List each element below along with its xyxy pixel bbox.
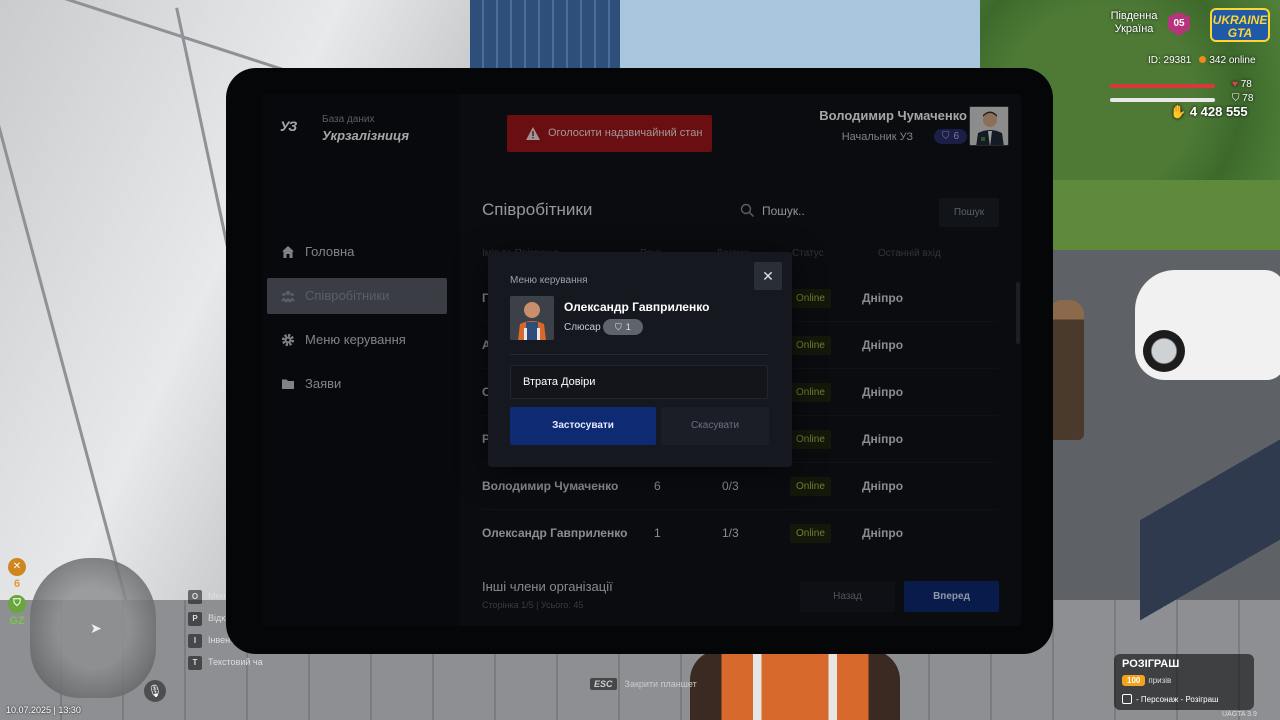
glass-tower xyxy=(470,0,620,70)
control-menu-modal: Меню керування ✕ Олександр Гавприленко С… xyxy=(488,252,792,467)
heart-icon: ♥ xyxy=(1232,79,1238,90)
key-cap: O xyxy=(188,590,202,604)
player-id-online: ID: 29381 342 online xyxy=(1148,55,1256,66)
region-line-1: Південна xyxy=(1110,10,1158,22)
armor-number: 78 xyxy=(1242,93,1254,104)
shield-icon: ⛉ xyxy=(1232,93,1240,104)
parked-car xyxy=(1135,270,1280,380)
modal-title: Меню керування xyxy=(510,275,588,286)
online-count: 342 online xyxy=(1209,55,1256,66)
job-icon: ✕ xyxy=(8,558,26,576)
raffle-link-icon xyxy=(1122,694,1132,704)
logo-line-2: GTA xyxy=(1227,26,1253,40)
esc-label: Закрити планшет xyxy=(624,679,697,689)
health-value: ♥ 78 xyxy=(1232,79,1252,90)
region-label: Південна Україна xyxy=(1105,10,1163,36)
health-bar xyxy=(1110,84,1215,88)
reason-input[interactable] xyxy=(510,365,768,399)
divider xyxy=(510,354,768,355)
key-cap: I xyxy=(188,634,202,648)
server-logo: UKRAINE GTA xyxy=(1210,8,1270,42)
close-icon: ✕ xyxy=(762,268,774,284)
key-cap: P xyxy=(188,612,202,626)
esc-key: ESC xyxy=(590,678,617,690)
player-id: ID: 29381 xyxy=(1148,55,1192,66)
money-amount: 4 428 555 xyxy=(1189,104,1248,119)
key-label: Текстовий ча xyxy=(208,657,263,667)
raffle-link: Персонаж - Розіграш xyxy=(1140,695,1219,704)
minimap: ➤ xyxy=(30,558,156,698)
close-tablet-hint: ESC Закрити планшет xyxy=(590,678,697,690)
region-line-2: Україна xyxy=(1114,23,1154,35)
avatar xyxy=(510,296,554,340)
employee-role: Слюсар xyxy=(564,322,601,333)
player-arrow-icon: ➤ xyxy=(90,620,102,636)
version-label: UAGTA 3.9 xyxy=(1222,711,1257,718)
raffle-prizes: призів xyxy=(1148,676,1172,685)
datetime: 10.07.2025 | 13:30 xyxy=(6,705,81,715)
microphone-icon: 🎙 xyxy=(144,680,166,702)
raffle-title: РОЗІГРАШ xyxy=(1122,658,1180,670)
sky xyxy=(560,0,1020,70)
key-label: Мен xyxy=(208,591,226,601)
armor-bar xyxy=(1110,98,1215,102)
money-icon: ✋ xyxy=(1170,104,1187,119)
player-character xyxy=(690,650,900,720)
coin-icon xyxy=(1199,56,1207,63)
cancel-button[interactable]: Скасувати xyxy=(661,407,769,445)
employee-rank-value: 1 xyxy=(625,322,631,332)
key-cap: T xyxy=(188,656,202,670)
rank-shield-icon: ⛉ xyxy=(615,322,622,332)
gang-zone-label: GZ xyxy=(9,615,25,627)
apply-button[interactable]: Застосувати xyxy=(510,407,656,445)
pedestrian xyxy=(1048,300,1084,440)
raffle-count: 100 xyxy=(1122,675,1146,686)
close-button[interactable]: ✕ xyxy=(754,262,782,290)
armor-value: ⛉ 78 xyxy=(1232,93,1253,104)
job-level: 6 xyxy=(13,578,21,590)
health-number: 78 xyxy=(1240,79,1252,90)
raffle-widget[interactable]: РОЗІГРАШ 100 призів - Персонаж - Розіграш xyxy=(1114,654,1254,710)
key-label: Відк xyxy=(208,613,226,623)
key-hint: T Текстовий ча xyxy=(188,654,263,676)
money-display: ✋ 4 428 555 xyxy=(1170,104,1248,120)
employee-rank-badge: ⛉ 1 xyxy=(603,319,643,335)
grass xyxy=(1050,180,1280,260)
gang-zone-icon: ⛉ xyxy=(8,595,26,613)
employee-portrait xyxy=(510,296,554,340)
employee-name: Олександр Гавприленко xyxy=(564,300,710,314)
